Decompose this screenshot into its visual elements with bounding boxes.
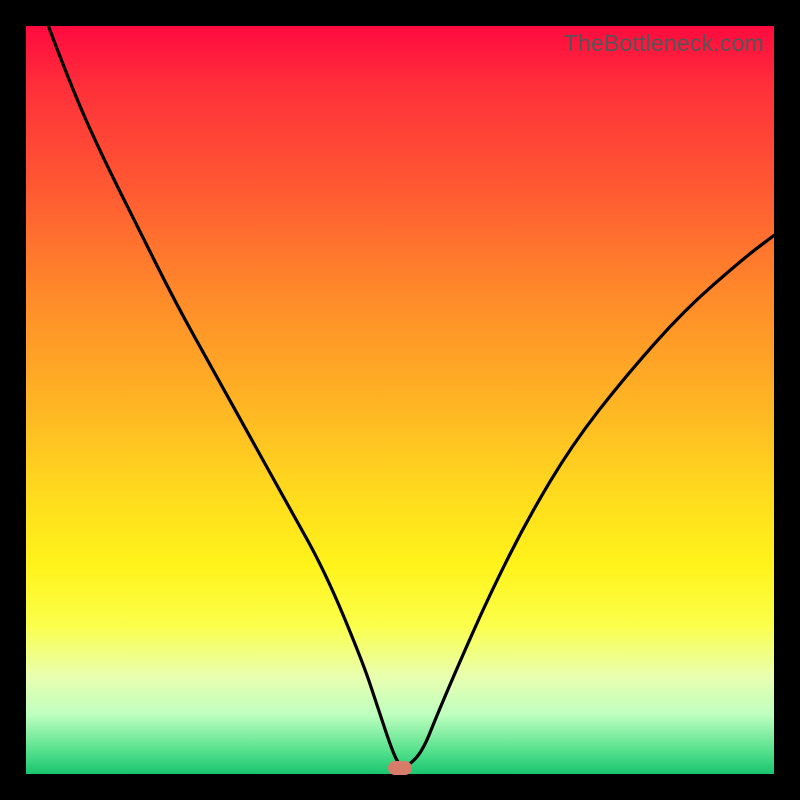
optimum-marker [388,761,412,775]
plot-area: TheBottleneck.com [26,26,774,774]
bottleneck-curve [26,26,774,774]
chart-frame: TheBottleneck.com [0,0,800,800]
